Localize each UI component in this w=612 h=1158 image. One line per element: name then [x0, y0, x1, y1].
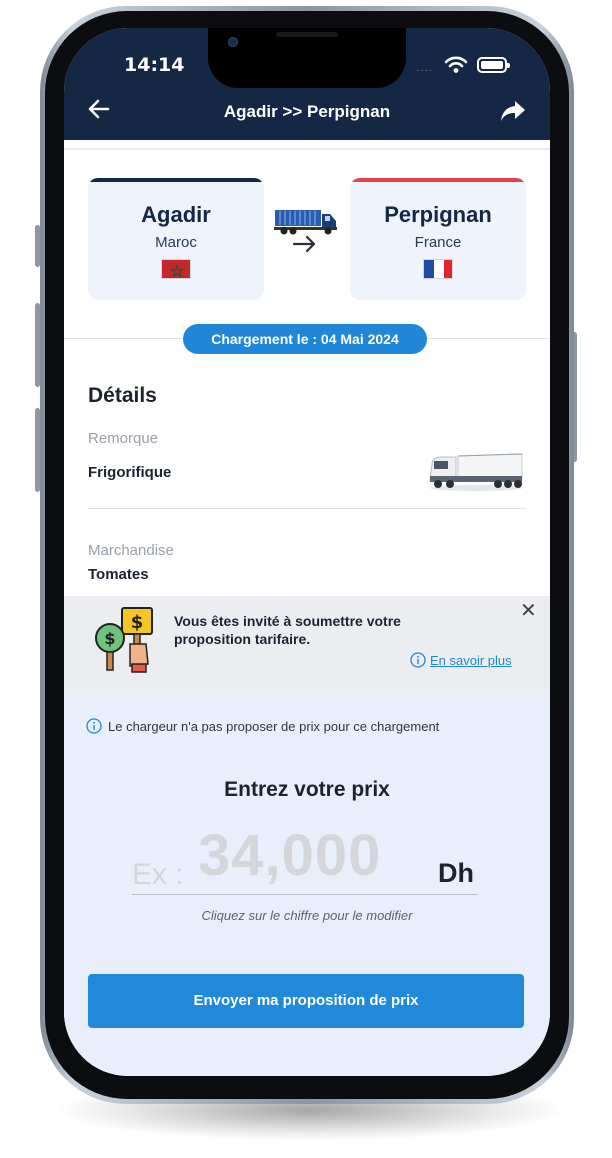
origin-accent-bar	[88, 178, 264, 182]
app-screen: 14:14 ···· Agadir >> Perpignan Agadir Ma…	[64, 28, 550, 1076]
page-title: Agadir >> Perpignan	[223, 102, 391, 121]
origin-card: Agadir Maroc	[88, 178, 264, 300]
loading-date-badge: Chargement le : 04 Mai 2024	[183, 324, 427, 354]
destination-card: Perpignan France	[350, 178, 526, 300]
goods-value: Tomates	[88, 566, 149, 583]
svg-text:$: $	[104, 629, 115, 648]
goods-label: Marchandise	[88, 542, 174, 559]
svg-text:$: $	[131, 612, 144, 633]
divider	[88, 508, 526, 509]
learn-more-link[interactable]: En savoir plus	[410, 652, 512, 668]
signal-dots: ····	[416, 65, 434, 76]
france-flag-icon	[423, 259, 453, 279]
close-icon[interactable]: ✕	[520, 598, 537, 623]
destination-city: Perpignan	[384, 202, 492, 227]
info-icon	[86, 718, 102, 734]
destination-country: France	[414, 234, 462, 251]
price-hint: Cliquez sur le chiffre pour le modifier	[201, 908, 413, 923]
truck-icon	[274, 210, 337, 235]
trailer-label: Remorque	[88, 430, 159, 447]
invite-banner: $ $ Vous êtes invité à soumettre votre p…	[64, 596, 550, 692]
app-bar: Agadir >> Perpignan	[64, 99, 550, 140]
submit-price-button[interactable]: Envoyer ma proposition de prix	[88, 974, 524, 1028]
arrow-right-icon	[292, 235, 316, 253]
price-signs-icon: $ $	[95, 607, 153, 673]
no-price-info: Le chargeur n'a pas proposer de prix pou…	[86, 718, 439, 734]
price-input[interactable]: Ex : 34,000 Dh	[132, 822, 482, 894]
status-bar: 14:14 ····	[64, 28, 550, 112]
pricing-section: Le chargeur n'a pas proposer de prix pou…	[64, 692, 550, 1076]
info-icon	[410, 652, 426, 668]
front-camera-icon	[228, 37, 238, 47]
price-prefix: Ex :	[132, 858, 184, 891]
learn-more-label[interactable]: En savoir plus	[430, 653, 512, 668]
wifi-icon	[444, 56, 468, 73]
share-icon[interactable]	[500, 100, 526, 122]
enter-price-title: Entrez votre prix	[224, 778, 390, 801]
price-currency: Dh	[438, 858, 474, 888]
origin-country: Maroc	[155, 234, 197, 251]
morocco-flag-icon	[161, 259, 191, 279]
battery-icon	[477, 57, 510, 73]
origin-city: Agadir	[141, 202, 211, 227]
price-amount-placeholder[interactable]: 34,000	[198, 822, 381, 889]
trailer-value: Frigorifique	[88, 464, 172, 481]
no-price-info-text: Le chargeur n'a pas proposer de prix pou…	[108, 718, 440, 734]
status-time: 14:14	[124, 54, 185, 76]
price-underline	[132, 894, 478, 895]
invite-message: Vous êtes invité à soumettre votre propo…	[174, 613, 401, 647]
notch	[208, 28, 406, 88]
divider	[64, 148, 550, 150]
destination-accent-bar	[350, 178, 526, 182]
details-title: Détails	[88, 384, 157, 407]
reefer-truck-icon	[429, 453, 523, 491]
